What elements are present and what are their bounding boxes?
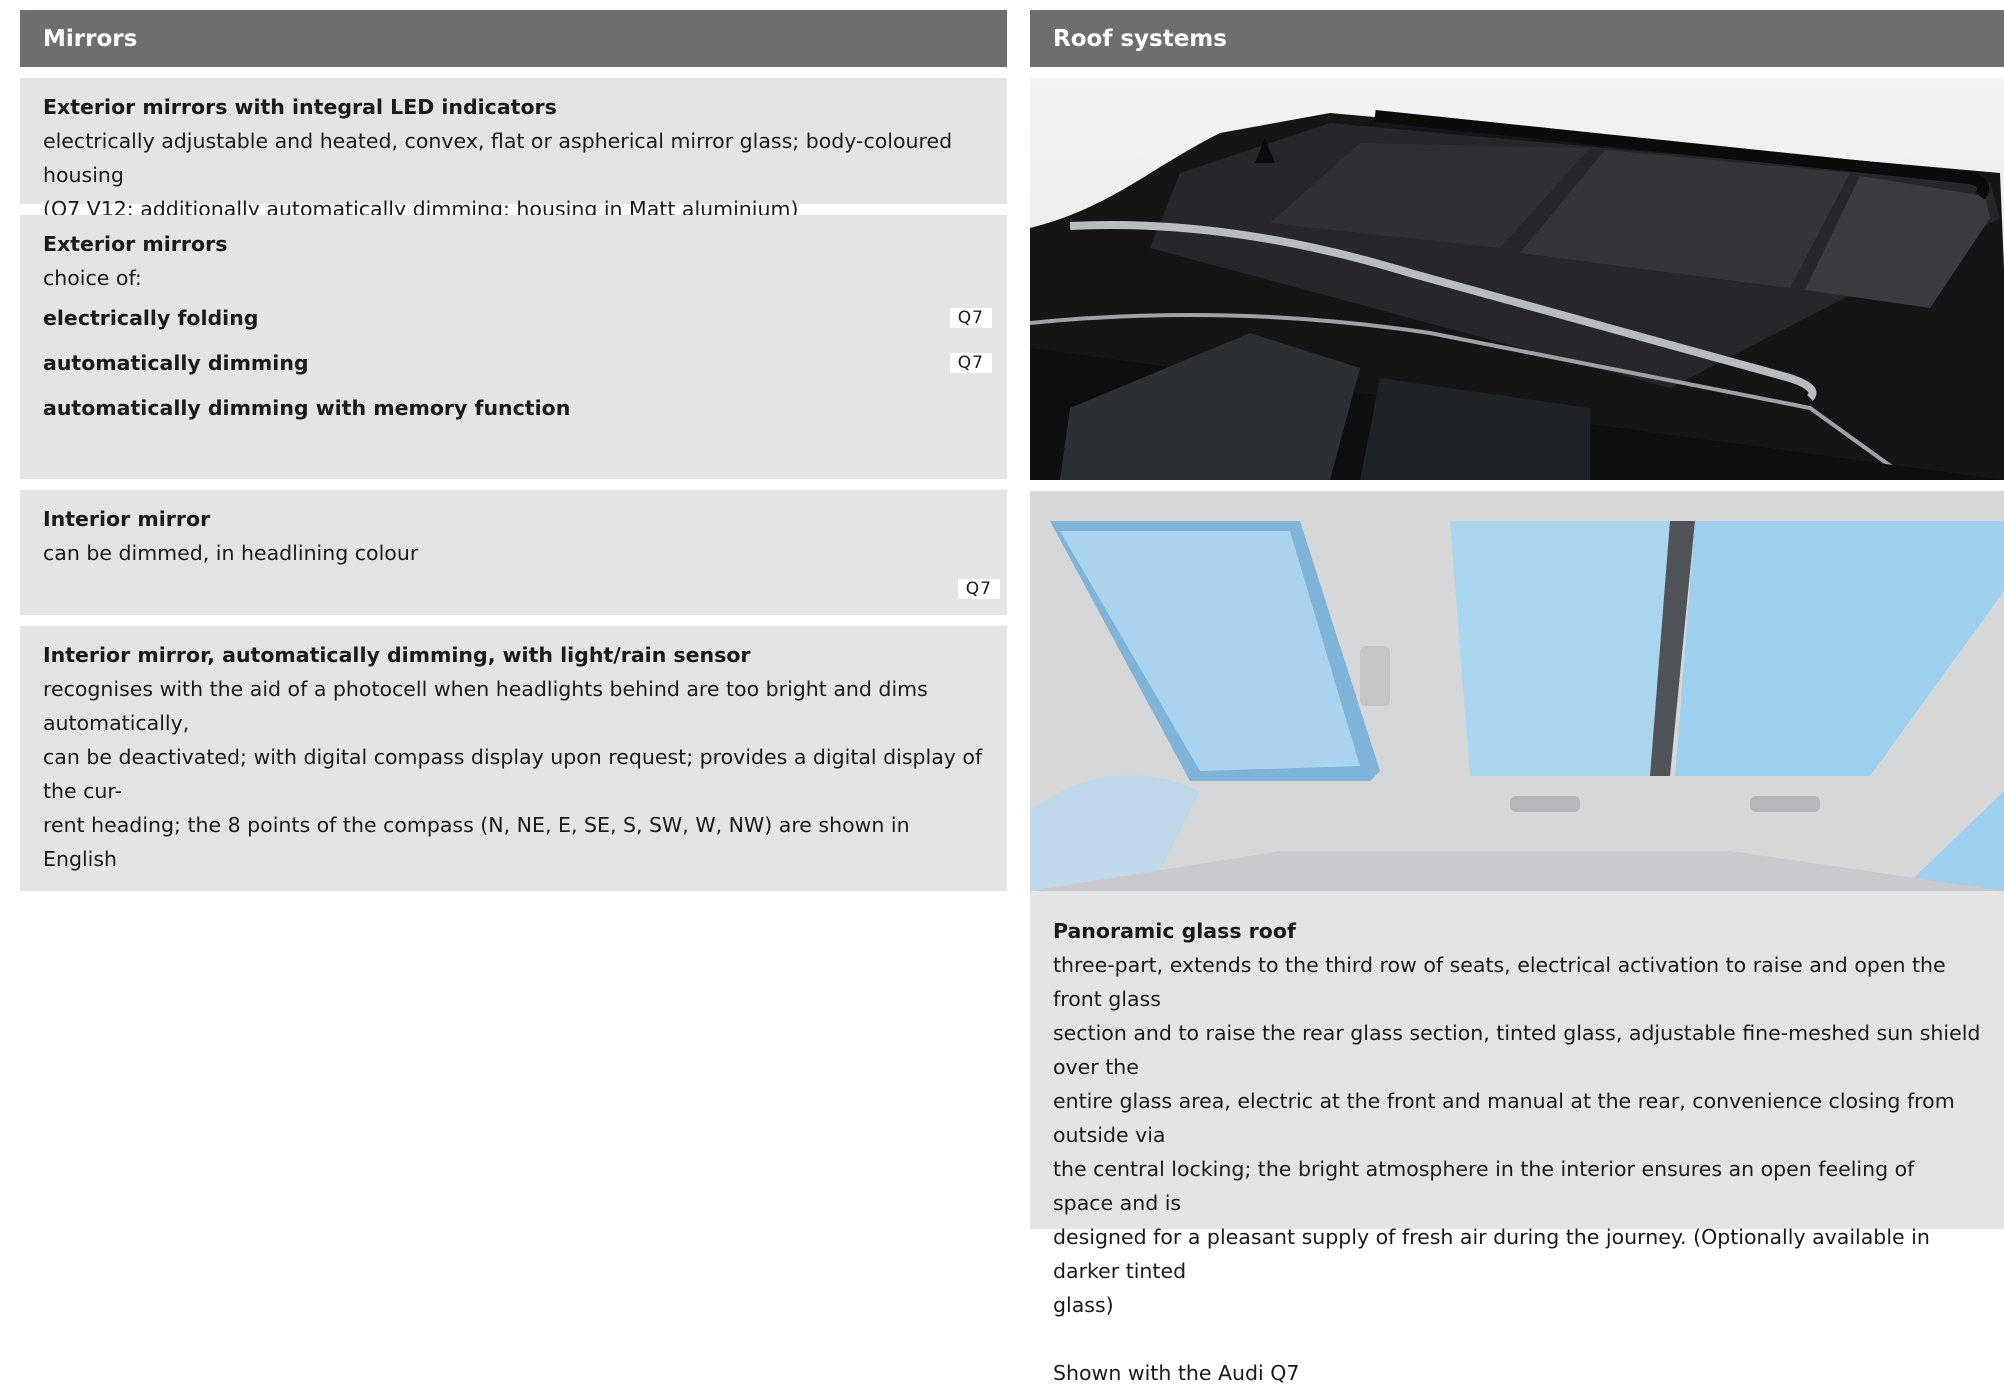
mirrors-header: Mirrors [20,10,1007,67]
panoramic-roof-line-4: the central locking; the bright atmosphe… [1053,1157,1915,1215]
interior-mirror-title: Interior mirror [43,507,211,531]
car-roof-exterior-illustration [1030,110,2004,480]
option-automatically-dimming: automatically dimming Q7 [43,340,992,385]
panoramic-roof-caption: Shown with the Audi Q7 [1053,1361,1300,1385]
option-label: electrically folding [43,305,259,330]
auto-dimming-line-2: can be deactivated; with digital compass… [43,745,983,803]
auto-dimming-line-3: rent heading; the 8 points of the compas… [43,813,910,871]
mirrors-header-title: Mirrors [43,25,138,52]
panoramic-roof-line-1: three-part, extends to the third row of … [1053,953,1946,1011]
panoramic-roof-title: Panoramic glass roof [1053,919,1296,943]
auto-dimming-line-1: recognises with the aid of a photocell w… [43,677,928,735]
interior-mirror-box: Interior mirror can be dimmed, in headli… [20,490,1007,615]
panoramic-roof-line-6: glass) [1053,1293,1114,1317]
option-label: automatically dimming [43,350,309,375]
led-mirrors-box: Exterior mirrors with integral LED indic… [20,78,1007,221]
panoramic-roof-line-3: entire glass area, electric at the front… [1053,1089,1955,1147]
panoramic-roof-interior-photo [1030,491,2004,891]
exterior-mirrors-title: Exterior mirrors [43,232,228,256]
roof-systems-header-title: Roof systems [1053,25,1227,52]
led-mirrors-desc: electrically adjustable and heated, conv… [43,129,953,187]
panoramic-roof-interior-illustration [1030,491,2004,891]
option-dimming-memory: automatically dimming with memory functi… [43,385,984,430]
model-tag: Q7 [957,579,1000,599]
exterior-mirrors-subtitle: choice of: [43,266,142,290]
panoramic-roof-line-2: section and to raise the rear glass sect… [1053,1021,1981,1079]
car-roof-exterior-photo [1030,78,2004,480]
panoramic-roof-box: Panoramic glass roof three-part, extends… [1030,891,2004,1385]
option-electrically-folding: electrically folding Q7 [43,295,992,340]
model-tag: Q7 [949,352,992,373]
auto-dimming-title: Interior mirror, automatically dimming, … [43,643,751,667]
interior-mirror-desc: can be dimmed, in headlining colour [43,541,419,565]
roof-systems-header: Roof systems [1030,10,2004,67]
exterior-mirrors-box: Exterior mirrors choice of: electrically… [20,215,1007,479]
panoramic-roof-line-5: designed for a pleasant supply of fresh … [1053,1225,1930,1283]
option-label: automatically dimming with memory functi… [43,395,571,420]
auto-dimming-mirror-box: Interior mirror, automatically dimming, … [20,626,1007,891]
model-tag: Q7 [949,307,992,328]
led-mirrors-title: Exterior mirrors with integral LED indic… [43,95,557,119]
